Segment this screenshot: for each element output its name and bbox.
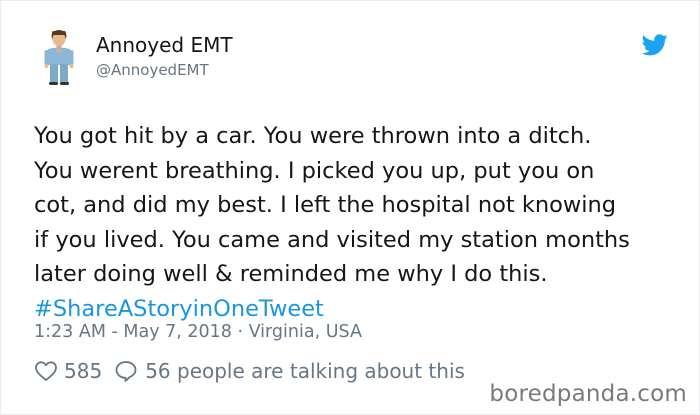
- like-count[interactable]: 585: [64, 359, 102, 383]
- talking-about-text[interactable]: 56 people are talking about this: [145, 359, 465, 383]
- boredpanda-watermark: boredpanda.com: [489, 381, 687, 407]
- twitter-bird-icon[interactable]: [642, 34, 668, 56]
- tweet-line: later doing well & reminded me why I do …: [34, 261, 548, 287]
- tweet-line: You werent breathing. I picked you up, p…: [34, 157, 595, 184]
- tweet-card: Annoyed EMT @AnnoyedEMT You got hit by a…: [0, 0, 700, 415]
- display-name[interactable]: Annoyed EMT: [96, 33, 233, 57]
- tweet-line: You got hit by a car. You were thrown in…: [34, 123, 592, 149]
- user-handle[interactable]: @AnnoyedEMT: [96, 61, 209, 79]
- engagement-bar: 585 56 people are talking about this: [34, 359, 465, 383]
- heart-icon[interactable]: [34, 359, 58, 383]
- tweet-line: if you lived. You came and visited my st…: [34, 226, 630, 253]
- tweet-text: You got hit by a car. You were thrown in…: [34, 119, 684, 326]
- hashtag-link[interactable]: #ShareAStoryinOneTweet: [34, 296, 324, 322]
- tweet-line: cot, and did my best. I left the hospita…: [34, 192, 617, 218]
- tweet-timestamp-location[interactable]: 1:23 AM - May 7, 2018 · Virginia, USA: [34, 322, 362, 342]
- speech-bubble-icon[interactable]: [114, 359, 138, 383]
- avatar[interactable]: [41, 27, 77, 87]
